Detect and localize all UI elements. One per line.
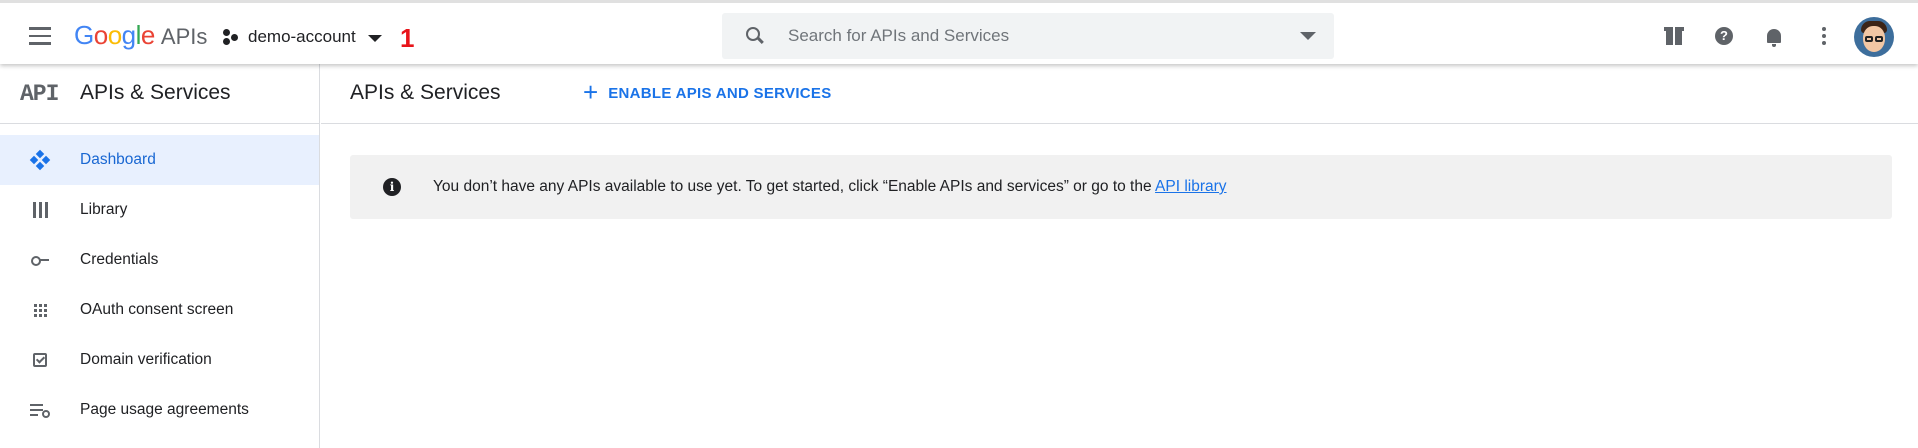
main-content: APIs & Services + ENABLE APIS AND SERVIC… [321, 64, 1918, 448]
menu-icon[interactable] [22, 18, 58, 54]
search-input[interactable] [788, 13, 1300, 59]
help-glyph: ? [1715, 27, 1733, 45]
sidebar-item-label: Library [80, 201, 128, 218]
sidebar-title: APIs & Services [80, 81, 231, 104]
logo-letter: G [74, 20, 94, 50]
dashboard-icon [29, 149, 51, 171]
sidebar: API APIs & Services Dashboard Library Cr… [0, 64, 320, 448]
logo-letter: g [121, 20, 136, 50]
annotation-marker: 1 [400, 23, 415, 53]
banner-text: You don’t have any APIs available to use… [433, 178, 1156, 195]
api-library-link[interactable]: API library [1155, 178, 1227, 195]
google-apis-logo[interactable]: Google APIs [74, 20, 207, 51]
avatar[interactable] [1854, 17, 1894, 57]
sidebar-nav: Dashboard Library Credentials OAuth cons… [0, 135, 319, 435]
search-bar[interactable] [722, 13, 1334, 59]
info-icon: i [383, 178, 401, 196]
sidebar-item-label: OAuth consent screen [80, 301, 234, 318]
settings-list-icon [30, 400, 50, 420]
logo-letter: o [107, 20, 122, 50]
help-icon[interactable]: ? [1712, 24, 1736, 48]
page-header: APIs & Services + ENABLE APIS AND SERVIC… [321, 64, 1918, 124]
project-icon [222, 28, 240, 46]
logo-letter: e [140, 20, 155, 50]
gift-icon[interactable] [1662, 24, 1686, 48]
sidebar-item-label: Page usage agreements [80, 401, 249, 418]
library-icon [30, 200, 50, 220]
sidebar-item-label: Credentials [80, 251, 159, 268]
project-name: demo-account [248, 27, 356, 46]
sidebar-item-label: Domain verification [80, 351, 212, 368]
more-vert-icon[interactable] [1812, 24, 1836, 48]
enable-apis-label: ENABLE APIS AND SERVICES [608, 84, 832, 102]
logo-suffix: APIs [160, 24, 208, 49]
sidebar-item-label: Dashboard [80, 151, 156, 168]
api-icon: API [20, 81, 59, 107]
info-banner: i You don’t have any APIs available to u… [350, 155, 1892, 219]
search-icon [744, 25, 766, 47]
oauth-icon [30, 300, 50, 320]
plus-icon: + [583, 77, 599, 107]
sidebar-item-credentials[interactable]: Credentials [0, 235, 319, 285]
checkbox-icon [30, 350, 50, 370]
sidebar-item-page-usage-agreements[interactable]: Page usage agreements [0, 385, 319, 435]
banner-message: You don’t have any APIs available to use… [433, 178, 1227, 196]
page-title: APIs & Services [350, 81, 501, 104]
notifications-icon[interactable] [1762, 24, 1786, 48]
sidebar-item-library[interactable]: Library [0, 185, 319, 235]
project-selector[interactable]: demo-account [222, 23, 382, 51]
sidebar-item-oauth-consent-screen[interactable]: OAuth consent screen [0, 285, 319, 335]
top-app-bar: Google APIs demo-account 1 ? [0, 0, 1918, 64]
search-dropdown-icon[interactable] [1300, 32, 1316, 40]
caret-down-icon [367, 34, 382, 42]
sidebar-item-domain-verification[interactable]: Domain verification [0, 335, 319, 385]
sidebar-header: API APIs & Services [0, 64, 319, 124]
logo-letter: o [93, 20, 108, 50]
key-icon [30, 250, 50, 270]
sidebar-item-dashboard[interactable]: Dashboard [0, 135, 319, 185]
enable-apis-button[interactable]: + ENABLE APIS AND SERVICES [583, 76, 832, 110]
